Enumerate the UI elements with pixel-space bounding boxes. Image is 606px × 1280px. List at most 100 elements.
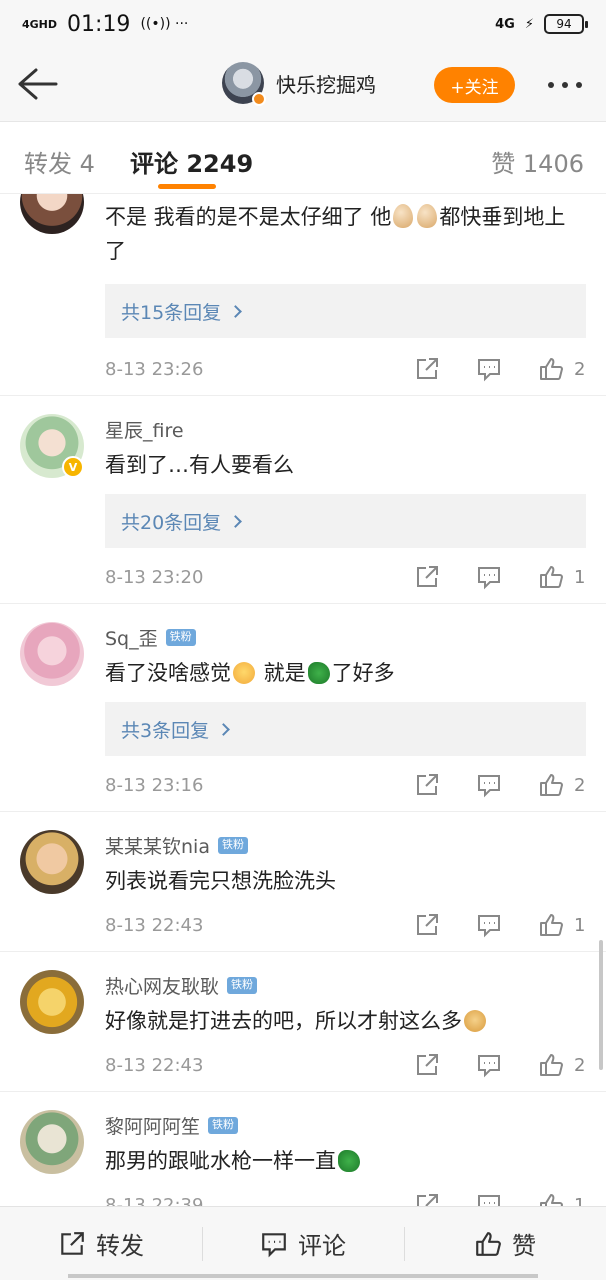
tab-repost[interactable]: 转发 4 xyxy=(24,144,95,179)
comment-time: 8-13 23:20 xyxy=(105,566,204,588)
network-indicator: 4GHD xyxy=(22,17,58,31)
like-count: 1 xyxy=(574,914,586,936)
scrollbar[interactable] xyxy=(599,940,603,1070)
snake-emoji-icon xyxy=(338,1150,360,1172)
commenter-name[interactable]: 黎阿阿阿笙 铁粉 xyxy=(105,1112,239,1139)
commenter-name[interactable]: 星辰_fire xyxy=(105,416,184,443)
comment-text: 列表说看完只想洗脸洗头 xyxy=(105,869,336,893)
commenter-name[interactable]: 热心网友耿耿 铁粉 xyxy=(105,972,258,999)
commenter-avatar[interactable] xyxy=(20,622,84,686)
more-icon[interactable] xyxy=(548,82,588,90)
commenter-name[interactable]: 某某某钦nia 铁粉 xyxy=(105,832,248,859)
shy-face-emoji-icon xyxy=(233,662,255,684)
like-button[interactable]: 赞 xyxy=(404,1207,606,1280)
status-time: 01:19 xyxy=(67,11,131,37)
fan-badge: 铁粉 xyxy=(227,977,258,994)
like-count: 1 xyxy=(574,566,586,588)
share-icon[interactable] xyxy=(414,912,440,938)
network-type: 4G xyxy=(495,16,515,32)
egg-emoji-icon xyxy=(417,204,438,228)
author-info[interactable]: 快乐挖掘鸡 xyxy=(222,62,376,106)
author-avatar[interactable] xyxy=(222,62,266,106)
fan-badge: 铁粉 xyxy=(208,1117,239,1134)
follow-button[interactable]: +关注 xyxy=(434,67,515,103)
reply-count: 共15条回复 xyxy=(121,301,222,324)
tab-like[interactable]: 赞 1406 xyxy=(491,144,584,179)
commenter-avatar[interactable] xyxy=(20,1110,84,1174)
author-name[interactable]: 快乐挖掘鸡 xyxy=(276,69,376,98)
commenter-name[interactable]: Sq_歪 铁粉 xyxy=(105,624,196,651)
comment-text: 看到了…有人要看么 xyxy=(105,453,294,477)
tab-comment[interactable]: 评论 2249 xyxy=(130,144,253,179)
reply-expander[interactable]: 共20条回复 xyxy=(105,494,586,548)
repost-button[interactable]: 转发 xyxy=(0,1207,202,1280)
like-icon xyxy=(476,1231,501,1256)
fan-badge: 铁粉 xyxy=(217,837,248,854)
comment-time: 8-13 22:43 xyxy=(105,1054,204,1076)
comment-meta: 8-13 22:43 2 xyxy=(105,1050,586,1080)
commenter-avatar[interactable] xyxy=(20,970,84,1034)
verified-icon xyxy=(252,92,266,106)
comment-icon[interactable] xyxy=(476,564,502,590)
like-icon[interactable] xyxy=(538,912,564,938)
tab-bar: 转发 4 评论 2249 赞 1406 xyxy=(0,122,606,194)
share-icon[interactable] xyxy=(414,564,440,590)
status-bar: 4GHD 01:19 ((•)) ··· 4G ⚡ 94 xyxy=(0,0,606,48)
like-icon[interactable] xyxy=(538,1052,564,1078)
comment-icon[interactable] xyxy=(476,912,502,938)
commenter-avatar[interactable] xyxy=(20,194,84,234)
comment-item: 黎阿阿阿笙 铁粉 那男的跟呲水枪一样一直 8-13 22:39 1 xyxy=(0,1092,606,1206)
comment-icon[interactable] xyxy=(476,772,502,798)
comment-text: 好像就是打进去的吧，所以才射这么多 xyxy=(105,1004,585,1038)
comment-item: 热心网友耿耿 铁粉 好像就是打进去的吧，所以才射这么多 8-13 22:43 2 xyxy=(0,952,606,1092)
comment-text: 那男的跟呲水枪一样一直 xyxy=(105,1144,585,1178)
fan-badge: 铁粉 xyxy=(165,629,196,646)
bottom-action-bar: 转发 评论 赞 xyxy=(0,1206,606,1280)
comment-icon[interactable] xyxy=(476,1192,502,1206)
chevron-right-icon xyxy=(229,514,243,528)
active-tab-indicator xyxy=(158,184,216,189)
comment-time: 8-13 22:39 xyxy=(105,1194,204,1207)
share-icon[interactable] xyxy=(414,356,440,382)
reply-count: 共20条回复 xyxy=(121,511,222,534)
comment-time: 8-13 23:26 xyxy=(105,358,204,380)
vip-icon: V xyxy=(62,456,84,478)
comment-item: Sq_歪 铁粉 看了没啥感觉 就是 了好多 共3条回复 8-13 23:16 2 xyxy=(0,604,606,812)
back-arrow-icon[interactable] xyxy=(14,66,58,102)
like-count: 1 xyxy=(574,1194,586,1207)
comment-icon[interactable] xyxy=(476,356,502,382)
comment-list[interactable]: 不是 我看的是不是太仔细了 他都快垂到地上了 共15条回复 8-13 23:26… xyxy=(0,194,606,1206)
nav-bar: 快乐挖掘鸡 +关注 xyxy=(0,48,606,122)
doge-emoji-icon xyxy=(464,1010,486,1032)
repost-label: 转发 xyxy=(96,1232,144,1260)
comment-item: V 星辰_fire 看到了…有人要看么 共20条回复 8-13 23:20 1 xyxy=(0,396,606,604)
reply-count: 共3条回复 xyxy=(121,719,210,742)
comment-time: 8-13 23:16 xyxy=(105,774,204,796)
share-icon xyxy=(61,1231,84,1255)
comment-meta: 8-13 22:39 1 xyxy=(105,1190,586,1206)
comment-text: 不是 我看的是不是太仔细了 他都快垂到地上了 xyxy=(105,204,566,263)
comment-meta: 8-13 23:20 1 xyxy=(105,562,586,592)
comment-label: 评论 xyxy=(298,1232,346,1260)
like-count: 2 xyxy=(574,774,586,796)
like-icon[interactable] xyxy=(538,356,564,382)
comment-item: 某某某钦nia 铁粉 列表说看完只想洗脸洗头 8-13 22:43 1 xyxy=(0,812,606,952)
comment-meta: 8-13 22:43 1 xyxy=(105,910,586,940)
share-icon[interactable] xyxy=(414,772,440,798)
comment-icon[interactable] xyxy=(476,1052,502,1078)
comment-time: 8-13 22:43 xyxy=(105,914,204,936)
like-icon[interactable] xyxy=(538,1192,564,1206)
comment-button[interactable]: 评论 xyxy=(202,1207,404,1280)
like-icon[interactable] xyxy=(538,564,564,590)
share-icon[interactable] xyxy=(414,1192,440,1206)
egg-emoji-icon xyxy=(393,204,414,228)
share-icon[interactable] xyxy=(414,1052,440,1078)
commenter-avatar[interactable] xyxy=(20,830,84,894)
like-count: 2 xyxy=(574,1054,586,1076)
home-indicator xyxy=(68,1274,538,1278)
reply-expander[interactable]: 共15条回复 xyxy=(105,284,586,338)
battery-indicator: 94 xyxy=(544,14,588,34)
like-count: 2 xyxy=(574,358,586,380)
reply-expander[interactable]: 共3条回复 xyxy=(105,702,586,756)
like-icon[interactable] xyxy=(538,772,564,798)
